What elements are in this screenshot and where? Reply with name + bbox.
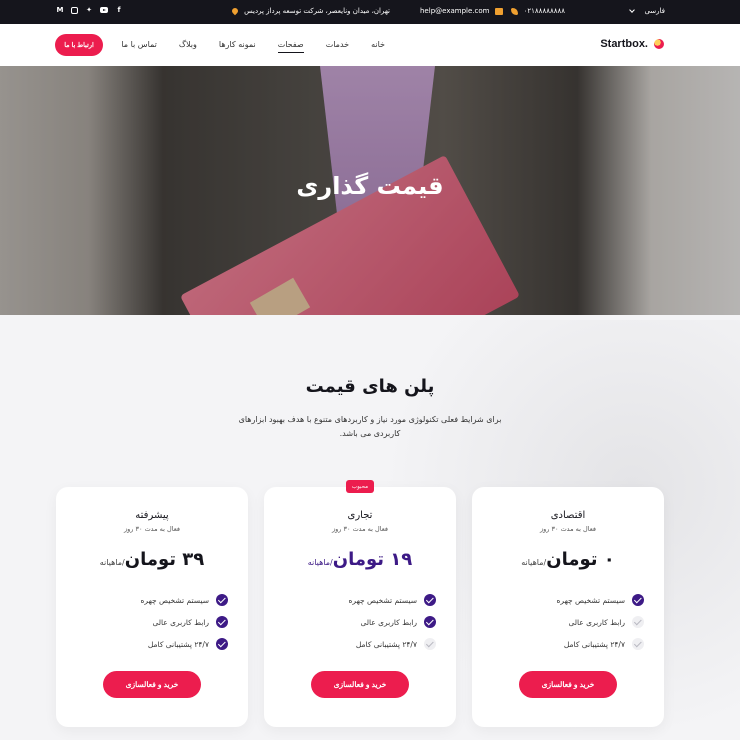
plan-name: اقتصادی (550, 510, 586, 521)
top-bar: فارسی ۰۲۱۸۸۸۸۸۸۸۸ help@example.com تهران… (0, 0, 740, 24)
plan-name: پیشرفته (135, 510, 169, 521)
plan-features: سیستم تشخیص چهره رابط کاربری عالی ۲۴/۷ پ… (76, 589, 228, 655)
section-description: برای شرایط فعلی تکنولوژی مورد نیاز و کار… (238, 415, 502, 438)
logo-mark-icon (654, 39, 664, 49)
buy-button[interactable]: خرید و فعالسازی (311, 671, 409, 698)
feature-item: ۲۴/۷ پشتیبانی کامل (76, 633, 228, 655)
plan-subtitle: فعال به مدت ۳۰ روز (540, 525, 596, 533)
check-disabled-icon (632, 616, 644, 628)
feature-item: رابط کاربری عالی (76, 611, 228, 633)
feature-text: ۲۴/۷ پشتیبانی کامل (355, 639, 417, 649)
check-icon (424, 616, 436, 628)
language-label: فارسی (644, 7, 665, 15)
section-title: پلن های قیمت (305, 376, 435, 397)
plan-price-amount: ۳۹ تومان (124, 549, 205, 570)
phone-number: ۰۲۱۸۸۸۸۸۸۸۸ (523, 7, 565, 15)
plan-price-period: /ماهیانه (521, 558, 547, 567)
plan-price: ۰ تومان/ماهیانه (472, 549, 664, 570)
check-disabled-icon (424, 638, 436, 650)
feature-text: سیستم تشخیص چهره (556, 595, 626, 605)
mail-icon (495, 7, 504, 15)
popular-badge: محبوب (346, 480, 374, 493)
address-info: تهران، میدان ونایعصر، شرکت توسعه پرداز پ… (230, 6, 390, 16)
feature-item: رابط کاربری عالی (284, 611, 436, 633)
feature-item: ۲۴/۷ پشتیبانی کامل (492, 633, 644, 655)
plan-price: ۳۹ تومان/ماهیانه (56, 549, 248, 570)
nav-item-portfolio[interactable]: نمونه کارها (219, 40, 256, 49)
contact-button[interactable]: ارتباط با ما (55, 34, 103, 56)
buy-button[interactable]: خرید و فعالسازی (519, 671, 617, 698)
check-icon (424, 594, 436, 606)
plan-price-amount: ۰ تومان (546, 549, 615, 570)
plan-subtitle: فعال به مدت ۳۰ روز (332, 525, 388, 533)
feature-text: سیستم تشخیص چهره (140, 595, 210, 605)
feature-text: ۲۴/۷ پشتیبانی کامل (563, 639, 625, 649)
feature-text: رابط کاربری عالی (360, 617, 417, 627)
twitter-icon[interactable]: ✦ (85, 6, 93, 14)
youtube-icon[interactable] (100, 7, 108, 13)
nav-item-home[interactable]: خانه (371, 40, 385, 49)
plan-price-amount: ۱۹ تومان (332, 549, 413, 570)
feature-text: سیستم تشخیص چهره (348, 595, 418, 605)
nav-item-services[interactable]: خدمات (326, 40, 349, 49)
feature-item: سیستم تشخیص چهره (284, 589, 436, 611)
phone-icon (510, 7, 518, 15)
nav-menu: خانه خدمات صفحات نمونه کارها وبلاگ تماس … (99, 40, 385, 53)
email-info[interactable]: help@example.com (420, 7, 504, 15)
feature-item: رابط کاربری عالی (492, 611, 644, 633)
address-text: تهران، میدان ونایعصر، شرکت توسعه پرداز پ… (244, 7, 390, 15)
plan-price: ۱۹ تومان/ماهیانه (264, 549, 456, 570)
plan-name: تجاری (347, 510, 373, 521)
language-selector[interactable]: فارسی (629, 7, 665, 15)
nav-item-pages[interactable]: صفحات (277, 40, 304, 53)
nav-item-contact[interactable]: تماس با ما (121, 40, 157, 49)
main-nav: Startbox. خانه خدمات صفحات نمونه کارها و… (0, 24, 740, 66)
email-address: help@example.com (420, 7, 490, 15)
plan-card-advanced: پیشرفته فعال به مدت ۳۰ روز ۳۹ تومان/ماهی… (56, 487, 248, 727)
feature-text: رابط کاربری عالی (568, 617, 625, 627)
feature-item: ۲۴/۷ پشتیبانی کامل (284, 633, 436, 655)
check-icon (216, 616, 228, 628)
check-disabled-icon (632, 638, 644, 650)
social-links: M ✦ f (56, 6, 123, 14)
check-icon (632, 594, 644, 606)
plan-features: سیستم تشخیص چهره رابط کاربری عالی ۲۴/۷ پ… (492, 589, 644, 655)
plan-price-period: /ماهیانه (99, 558, 125, 567)
plan-subtitle: فعال به مدت ۳۰ روز (124, 525, 180, 533)
plan-price-period: /ماهیانه (307, 558, 333, 567)
check-icon (216, 594, 228, 606)
feature-text: ۲۴/۷ پشتیبانی کامل (147, 639, 209, 649)
medium-icon[interactable]: M (56, 6, 64, 14)
phone-info[interactable]: ۰۲۱۸۸۸۸۸۸۸۸ (510, 7, 565, 15)
page-title: قیمت گذاری (296, 172, 444, 200)
feature-item: سیستم تشخیص چهره (492, 589, 644, 611)
check-icon (216, 638, 228, 650)
feature-text: رابط کاربری عالی (152, 617, 209, 627)
chevron-down-icon (629, 7, 636, 13)
hero-banner: قیمت گذاری (0, 66, 740, 315)
nav-item-blog[interactable]: وبلاگ (179, 40, 197, 49)
buy-button[interactable]: خرید و فعالسازی (103, 671, 201, 698)
logo-text: Startbox. (600, 38, 648, 50)
feature-item: سیستم تشخیص چهره (76, 589, 228, 611)
facebook-icon[interactable]: f (115, 6, 123, 14)
plan-card-economy: اقتصادی فعال به مدت ۳۰ روز ۰ تومان/ماهیا… (472, 487, 664, 727)
plan-features: سیستم تشخیص چهره رابط کاربری عالی ۲۴/۷ پ… (284, 589, 436, 655)
instagram-icon[interactable] (71, 6, 78, 14)
plan-card-business: محبوب تجاری فعال به مدت ۳۰ روز ۱۹ تومان/… (264, 480, 456, 727)
location-pin-icon (230, 6, 240, 16)
logo[interactable]: Startbox. (600, 38, 664, 50)
